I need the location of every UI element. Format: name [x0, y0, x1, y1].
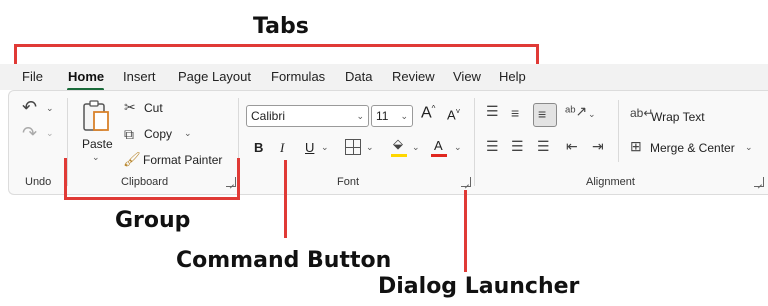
redo-icon[interactable]: ↷	[22, 124, 37, 142]
fill-color-bar	[391, 154, 407, 157]
paste-dropdown-chevron[interactable]: ⌄	[92, 153, 100, 162]
tab-help[interactable]: Help	[499, 69, 526, 84]
align-bottom-button[interactable]: ≡	[533, 103, 557, 127]
font-color-button[interactable]: A	[434, 138, 443, 153]
group-separator	[474, 98, 475, 186]
font-color-dropdown-chevron[interactable]: ⌄	[454, 143, 462, 152]
group-bracket-right	[237, 158, 240, 200]
ribbon-tab-bar	[0, 64, 768, 90]
shrink-font-button[interactable]: A˅	[447, 107, 460, 122]
alignment-dialog-launcher-icon[interactable]	[754, 177, 764, 187]
font-color-bar	[431, 154, 447, 157]
borders-dropdown-chevron[interactable]: ⌄	[366, 143, 374, 152]
font-name-combobox[interactable]: Calibri ⌄	[246, 105, 369, 127]
fill-color-dropdown-chevron[interactable]: ⌄	[412, 143, 420, 152]
orientation-icon[interactable]: ᵃᵇ↗	[565, 104, 587, 118]
tab-view[interactable]: View	[453, 69, 481, 84]
group-label-clipboard: Clipboard	[121, 176, 169, 188]
fill-color-icon[interactable]: ⬙	[393, 137, 403, 150]
tabs-annotation-label: Tabs	[253, 14, 309, 39]
tab-insert[interactable]: Insert	[123, 69, 156, 84]
clipboard-dialog-launcher-icon[interactable]	[226, 177, 236, 187]
tab-data[interactable]: Data	[345, 69, 372, 84]
font-dialog-launcher-icon[interactable]	[461, 177, 471, 187]
group-label-font: Font	[337, 176, 360, 188]
tab-review[interactable]: Review	[392, 69, 435, 84]
group-label-alignment: Alignment	[586, 176, 635, 188]
bold-button[interactable]: B	[254, 140, 263, 155]
undo-icon[interactable]: ↶	[22, 98, 37, 116]
group-separator	[67, 98, 68, 186]
align-middle-icon[interactable]: ≡	[511, 106, 519, 120]
cut-icon[interactable]: ✂	[124, 100, 136, 114]
command-button-pointer	[284, 160, 287, 238]
italic-button[interactable]: I	[280, 140, 284, 156]
tab-file[interactable]: File	[22, 69, 43, 84]
group-bracket-bottom	[64, 197, 240, 200]
font-size-combobox[interactable]: 11 ⌄	[371, 105, 413, 127]
merge-center-icon[interactable]: ⊞	[630, 139, 642, 153]
align-center-icon[interactable]: ☰	[511, 139, 524, 153]
format-painter-icon[interactable]: 🖌	[123, 152, 141, 166]
font-size-value: 11	[376, 109, 389, 123]
shrink-font-glyph: A	[447, 107, 456, 123]
merge-center-dropdown-chevron[interactable]: ⌄	[745, 143, 753, 152]
chevron-down-icon: ⌄	[400, 111, 408, 121]
paste-icon[interactable]	[82, 100, 112, 132]
undo-dropdown-chevron[interactable]: ⌄	[46, 104, 54, 113]
paste-button-label[interactable]: Paste	[82, 137, 113, 151]
align-left-icon[interactable]: ☰	[486, 139, 499, 153]
tab-page-layout[interactable]: Page Layout	[178, 69, 251, 84]
cut-button[interactable]: Cut	[144, 101, 163, 115]
align-top-icon[interactable]: ☰	[486, 104, 499, 118]
underline-dropdown-chevron[interactable]: ⌄	[321, 143, 329, 152]
increase-indent-icon[interactable]: ⇥	[592, 139, 604, 153]
merge-center-button[interactable]: Merge & Center	[650, 141, 735, 155]
wrap-text-button[interactable]: Wrap Text	[651, 110, 705, 124]
borders-icon[interactable]	[345, 139, 361, 155]
group-label-undo: Undo	[25, 176, 52, 188]
group-annotation-label: Group	[115, 208, 191, 233]
format-painter-button[interactable]: Format Painter	[143, 153, 222, 167]
underline-button[interactable]: U	[305, 140, 314, 155]
tab-home[interactable]: Home	[68, 69, 104, 84]
chevron-down-icon: ⌄	[356, 111, 364, 121]
subgroup-separator	[618, 100, 619, 162]
grow-font-button[interactable]: A^	[421, 104, 435, 122]
copy-dropdown-chevron[interactable]: ⌄	[184, 129, 192, 138]
align-right-icon[interactable]: ☰	[537, 139, 550, 153]
orientation-dropdown-chevron[interactable]: ⌄	[588, 110, 596, 119]
decrease-indent-icon[interactable]: ⇤	[566, 139, 578, 153]
align-bottom-icon: ≡	[538, 106, 547, 122]
command-button-annotation-label: Command Button	[176, 248, 392, 273]
tab-formulas[interactable]: Formulas	[271, 69, 325, 84]
dialog-launcher-pointer	[464, 190, 467, 272]
redo-dropdown-chevron[interactable]: ⌄	[46, 129, 54, 138]
dialog-launcher-annotation-label: Dialog Launcher	[378, 274, 580, 299]
group-bracket-left	[64, 158, 67, 200]
font-name-value: Calibri	[251, 109, 286, 123]
tabs-bracket-top	[14, 44, 539, 47]
copy-icon[interactable]: ⧉	[124, 127, 134, 141]
wrap-text-icon[interactable]: ab↵	[630, 107, 653, 119]
grow-font-glyph: A	[421, 104, 432, 122]
copy-button[interactable]: Copy	[144, 127, 172, 141]
